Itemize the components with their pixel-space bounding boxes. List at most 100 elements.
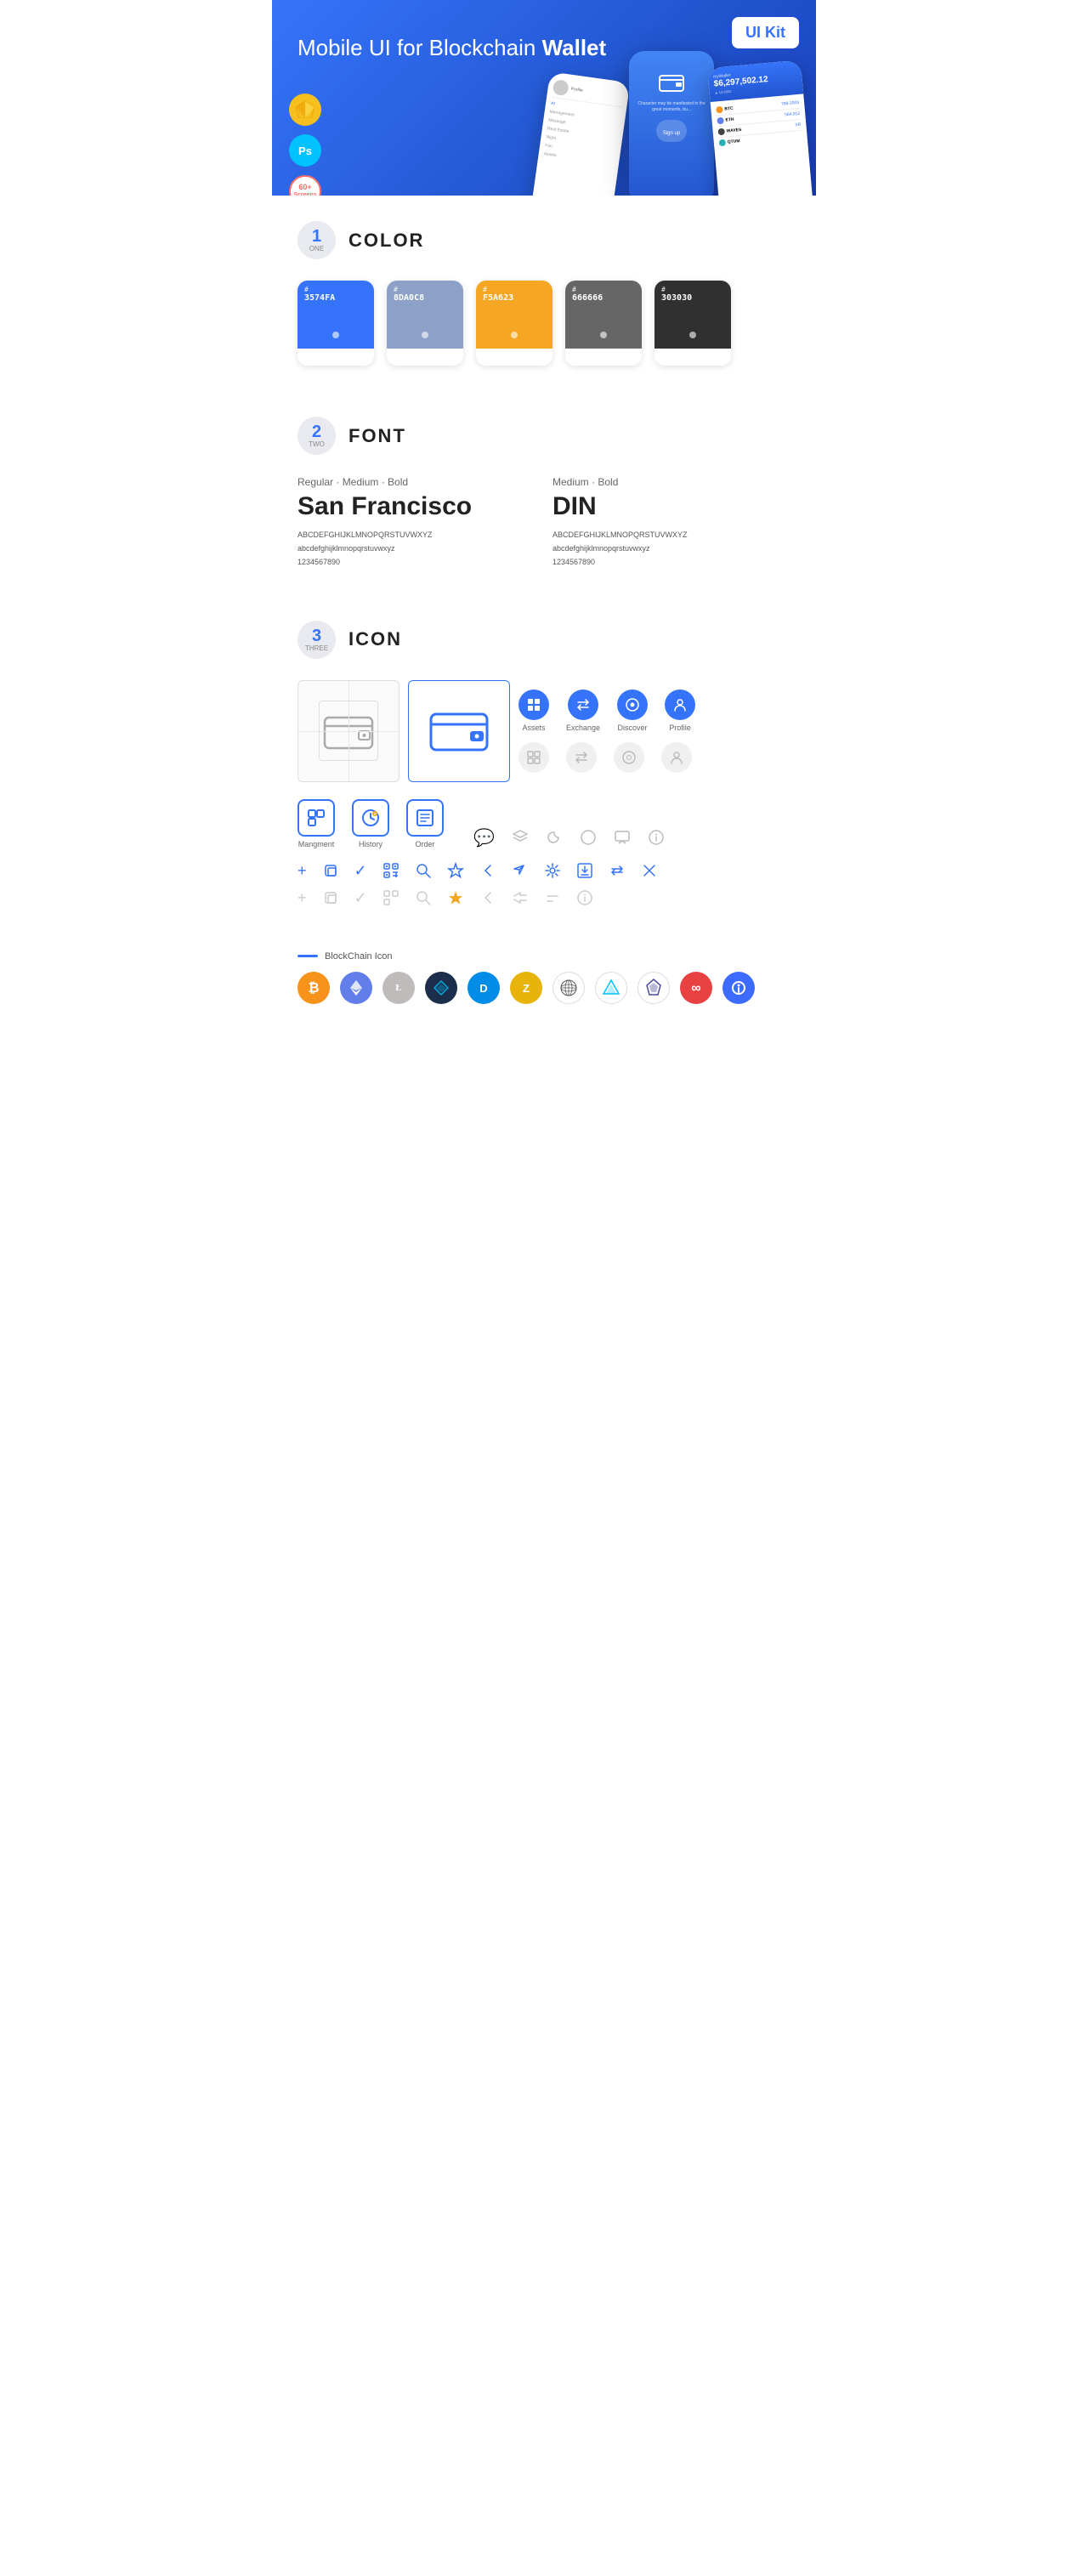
- section-1-num-big: 1: [312, 228, 321, 245]
- icon-assets: Assets: [518, 689, 549, 732]
- star-icon-orange: [447, 889, 464, 906]
- download-icon: [576, 862, 593, 879]
- back-icon: [479, 862, 496, 879]
- swatch-slate: # 8DA0C8: [387, 281, 463, 366]
- section-1-title: COLOR: [348, 230, 424, 252]
- screens-badge: 60+ Screens: [289, 175, 321, 196]
- search-icon: [415, 862, 432, 879]
- copy-icon: [322, 862, 339, 879]
- svg-text:D: D: [479, 982, 487, 995]
- font-sf-label: Regular · Medium · Bold: [298, 476, 536, 488]
- font-section: 2 TWO FONT Regular · Medium · Bold San F…: [272, 391, 816, 595]
- management-icon-svg: [307, 809, 326, 827]
- section-3-number: 3 THREE: [298, 621, 336, 659]
- dash-icon: D: [468, 972, 500, 1004]
- section-3-title: ICON: [348, 628, 402, 650]
- chat-icon: 💬: [473, 827, 495, 848]
- icon-section-header: 3 THREE ICON: [298, 621, 790, 659]
- circle-icon: [580, 829, 597, 846]
- utility-icons-row1: + ✓: [298, 862, 790, 879]
- bitcoin-icon: ₿: [298, 972, 330, 1004]
- ps-label: Ps: [298, 145, 312, 157]
- font-din: Medium · Bold DIN ABCDEFGHIJKLMNOPQRSTUV…: [552, 476, 790, 570]
- sketch-badge: [289, 94, 321, 126]
- ethereum-icon: [340, 972, 372, 1004]
- svg-text:∞: ∞: [691, 981, 700, 996]
- check-icon-grey: ✓: [354, 889, 367, 907]
- discover-icon-circle: [617, 689, 648, 720]
- phone-3: Profile AI Management Message Real Estat…: [530, 71, 631, 196]
- history-icon-svg: [360, 808, 381, 828]
- close-icon-grey: [544, 889, 561, 906]
- exchange-icon-circle: [568, 689, 598, 720]
- exchange-icon-svg: [575, 697, 591, 712]
- icon-section: 3 THREE ICON: [272, 595, 816, 943]
- assets-icon-svg: [526, 697, 541, 712]
- icon-exchange: Exchange: [566, 689, 600, 732]
- blockchain-section: BlockChain Icon ₿ Ł: [272, 943, 816, 1030]
- profile-icon-svg: [672, 697, 688, 712]
- icon-profile: Profile: [665, 689, 695, 732]
- litecoin-icon: Ł: [382, 972, 415, 1004]
- section-3-num-label: THREE: [305, 644, 328, 652]
- plus-icon-grey: +: [298, 889, 307, 907]
- font-din-label: Medium · Bold: [552, 476, 790, 488]
- profile-icon-outline: [661, 742, 692, 773]
- misc-icons-row: 💬: [473, 827, 665, 848]
- svg-text:₿: ₿: [308, 980, 319, 996]
- order-icon-svg: [416, 809, 434, 827]
- order-icon-box: [406, 799, 444, 837]
- assets-icon-outline: [518, 742, 549, 773]
- swatch-orange: # F5A623: [476, 281, 552, 366]
- utility-icons-row2: + ✓: [298, 889, 790, 907]
- chat2-icon: [614, 829, 631, 846]
- crypto-icons: ₿ Ł D Z: [298, 972, 790, 1004]
- icon-preview-area: Assets Exchange: [298, 680, 790, 782]
- qr-icon: [382, 862, 400, 879]
- swatch-gray: # 666666: [565, 281, 642, 366]
- blockchain-line-divider: [298, 955, 318, 957]
- swatch-dark: # 303030: [654, 281, 731, 366]
- close-icon: [641, 862, 658, 879]
- phone-mockups: Profile AI Management Message Real Estat…: [476, 26, 816, 196]
- back-icon-grey: [479, 889, 496, 906]
- swatch-blue: # 3574FA: [298, 281, 374, 366]
- waves-icon: [595, 972, 627, 1004]
- wallet-filled-icon: [429, 707, 489, 755]
- layers-icon: [512, 829, 529, 846]
- info-icon-grey: [576, 889, 593, 906]
- assets-icon-circle: [518, 689, 549, 720]
- font-din-chars: ABCDEFGHIJKLMNOPQRSTUVWXYZ abcdefghijklm…: [552, 528, 790, 570]
- section-2-num-label: TWO: [309, 440, 325, 448]
- font-section-header: 2 TWO FONT: [298, 417, 790, 455]
- section-3-num-big: 3: [312, 627, 321, 644]
- qtum-icon: [552, 972, 585, 1004]
- font-grid: Regular · Medium · Bold San Francisco AB…: [298, 476, 790, 570]
- info-icon: [648, 829, 665, 846]
- phone-1: myWallet $6,297,502.12 ▲ 12-2003 BTC 788…: [707, 60, 814, 196]
- discover-icon-svg: [625, 697, 640, 712]
- moon-icon: [546, 829, 563, 846]
- color-section-header: 1 ONE COLOR: [298, 221, 790, 259]
- phone-2: Character may be manifested in the great…: [629, 51, 714, 196]
- bottom-nav-icons: Mangment History: [298, 799, 790, 848]
- font-din-name: DIN: [552, 492, 790, 521]
- section-2-number: 2 TWO: [298, 417, 336, 455]
- star-icon-blue: [447, 862, 464, 879]
- font-sf-name: San Francisco: [298, 492, 536, 521]
- nav-icons-col: Assets Exchange: [518, 689, 695, 773]
- section-1-number: 1 ONE: [298, 221, 336, 259]
- other-icon: [722, 972, 755, 1004]
- walton-icon: [638, 972, 670, 1004]
- polygon-icon: ∞: [680, 972, 712, 1004]
- settings-icon: [544, 862, 561, 879]
- copy-icon-grey: [322, 889, 339, 906]
- nav-icons-row-filled: Assets Exchange: [518, 689, 695, 732]
- font-sf: Regular · Medium · Bold San Francisco AB…: [298, 476, 536, 570]
- icon-management: Mangment: [298, 799, 335, 848]
- profile-icon-circle: [665, 689, 695, 720]
- ps-badge: Ps: [289, 134, 321, 167]
- svg-text:Z: Z: [523, 982, 530, 995]
- hero-section: Mobile UI for Blockchain Wallet UI Kit P…: [272, 0, 816, 196]
- swap-icon: [609, 862, 626, 879]
